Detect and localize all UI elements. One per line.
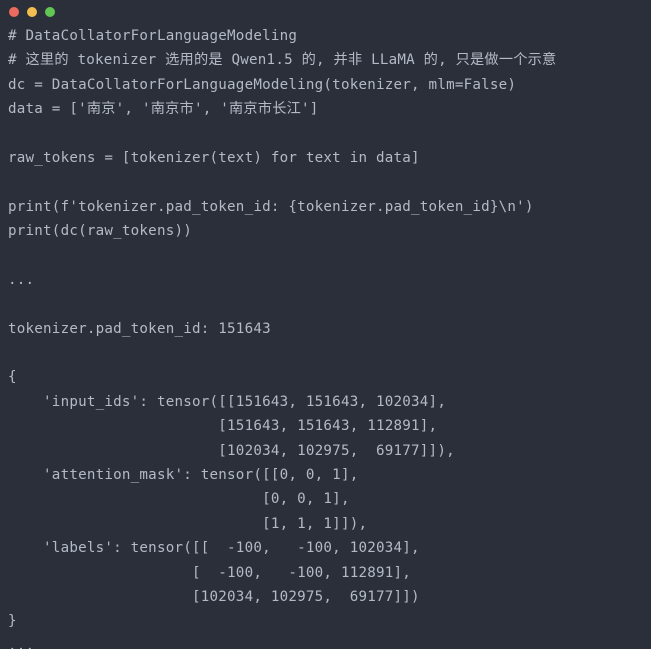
code-line: ... <box>8 637 35 649</box>
code-line: 'input_ids': tensor([[151643, 151643, 10… <box>8 393 447 410</box>
code-line: { <box>8 369 17 386</box>
code-line: dc = DataCollatorForLanguageModeling(tok… <box>8 76 517 93</box>
code-line: print(f'tokenizer.pad_token_id: {tokeniz… <box>8 198 534 215</box>
code-line: [102034, 102975, 69177]]) <box>8 588 420 605</box>
code-line: # 这里的 tokenizer 选用的是 Qwen1.5 的, 并非 LLaMA… <box>8 52 557 69</box>
code-line: # DataCollatorForLanguageModeling <box>8 28 298 44</box>
code-line: [ -100, -100, 112891], <box>8 564 412 581</box>
minimize-button[interactable] <box>27 7 37 17</box>
code-line: raw_tokens = [tokenizer(text) for text i… <box>8 149 420 166</box>
code-line: 'labels': tensor([[ -100, -100, 102034], <box>8 540 420 557</box>
code-line: [1, 1, 1]]), <box>8 515 368 532</box>
code-block[interactable]: # DataCollatorForLanguageModeling # 这里的 t… <box>0 24 651 649</box>
code-line: data = ['南京', '南京市', '南京市长江'] <box>8 101 319 118</box>
code-line: tokenizer.pad_token_id: 151643 <box>8 320 271 337</box>
window-titlebar <box>0 0 651 24</box>
code-line: } <box>8 613 17 630</box>
code-line: ... <box>8 271 35 288</box>
code-screenshot-window: # DataCollatorForLanguageModeling # 这里的 t… <box>0 0 651 649</box>
code-line: [0, 0, 1], <box>8 491 350 508</box>
maximize-button[interactable] <box>45 7 55 17</box>
code-line: print(dc(raw_tokens)) <box>8 223 192 240</box>
close-button[interactable] <box>9 7 19 17</box>
code-line: [102034, 102975, 69177]]), <box>8 442 455 459</box>
code-line: 'attention_mask': tensor([[0, 0, 1], <box>8 467 359 484</box>
code-line: [151643, 151643, 112891], <box>8 418 438 435</box>
